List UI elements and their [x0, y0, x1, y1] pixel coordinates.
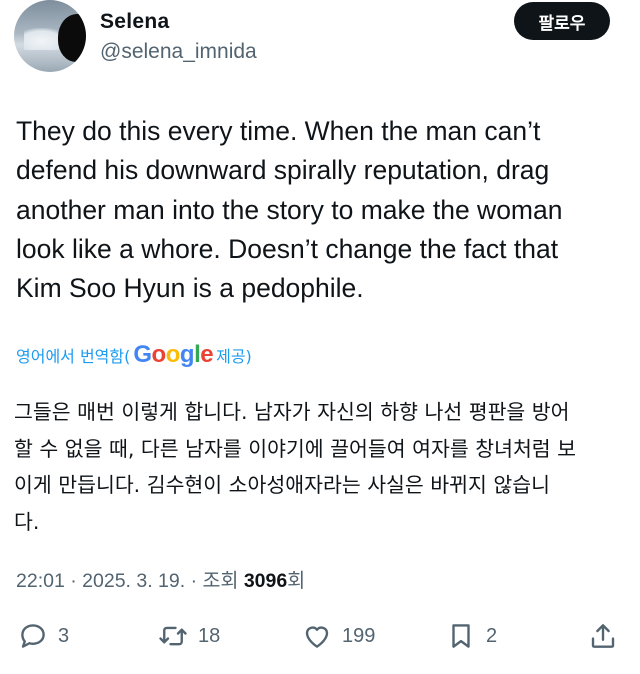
reply-count: 3: [58, 624, 70, 647]
reply-icon: [21, 624, 45, 648]
bookmark-button[interactable]: 2: [446, 618, 497, 654]
views-count: 3096: [243, 570, 288, 592]
views-suffix: 회: [287, 570, 306, 592]
action-bar: 3 18 199 2: [0, 614, 640, 660]
tweet-date[interactable]: 2025. 3. 19.: [82, 570, 185, 592]
translation-suffix: 제공): [216, 347, 252, 366]
retweet-count: 18: [198, 624, 221, 647]
translation-prefix: 영어에서 번역함(: [16, 347, 131, 366]
bookmark-icon: [452, 624, 470, 648]
avatar-redaction: [58, 14, 86, 62]
follow-button[interactable]: 팔로우: [514, 2, 610, 40]
bookmark-count: 2: [486, 624, 498, 647]
meta-separator: ·: [70, 570, 83, 592]
author-display-name[interactable]: Selena: [100, 10, 170, 34]
share-icon: [591, 624, 615, 648]
like-count: 199: [342, 624, 376, 647]
translated-text: 그들은 매번 이렇게 합니다. 남자가 자신의 하향 나선 평판을 방어 할 수…: [14, 400, 577, 534]
tweet-meta: 22:01 · 2025. 3. 19. · 조회 3096회: [16, 564, 305, 593]
avatar[interactable]: [14, 0, 86, 72]
retweet-icon: [159, 626, 187, 646]
like-icon: [305, 626, 329, 648]
google-logo: Google: [133, 341, 214, 368]
views-label: 조회: [202, 570, 239, 592]
like-button[interactable]: 199: [302, 618, 375, 654]
translation-attribution[interactable]: 영어에서 번역함( Google 제공): [16, 340, 252, 370]
retweet-button[interactable]: 18: [158, 618, 220, 654]
reply-button[interactable]: 3: [18, 618, 69, 654]
tweet-time[interactable]: 22:01: [16, 570, 65, 592]
meta-separator: ·: [190, 570, 203, 592]
author-handle[interactable]: @selena_imnida: [100, 40, 257, 64]
share-button[interactable]: [588, 618, 618, 654]
tweet-text: They do this every time. When the man ca…: [16, 116, 563, 304]
